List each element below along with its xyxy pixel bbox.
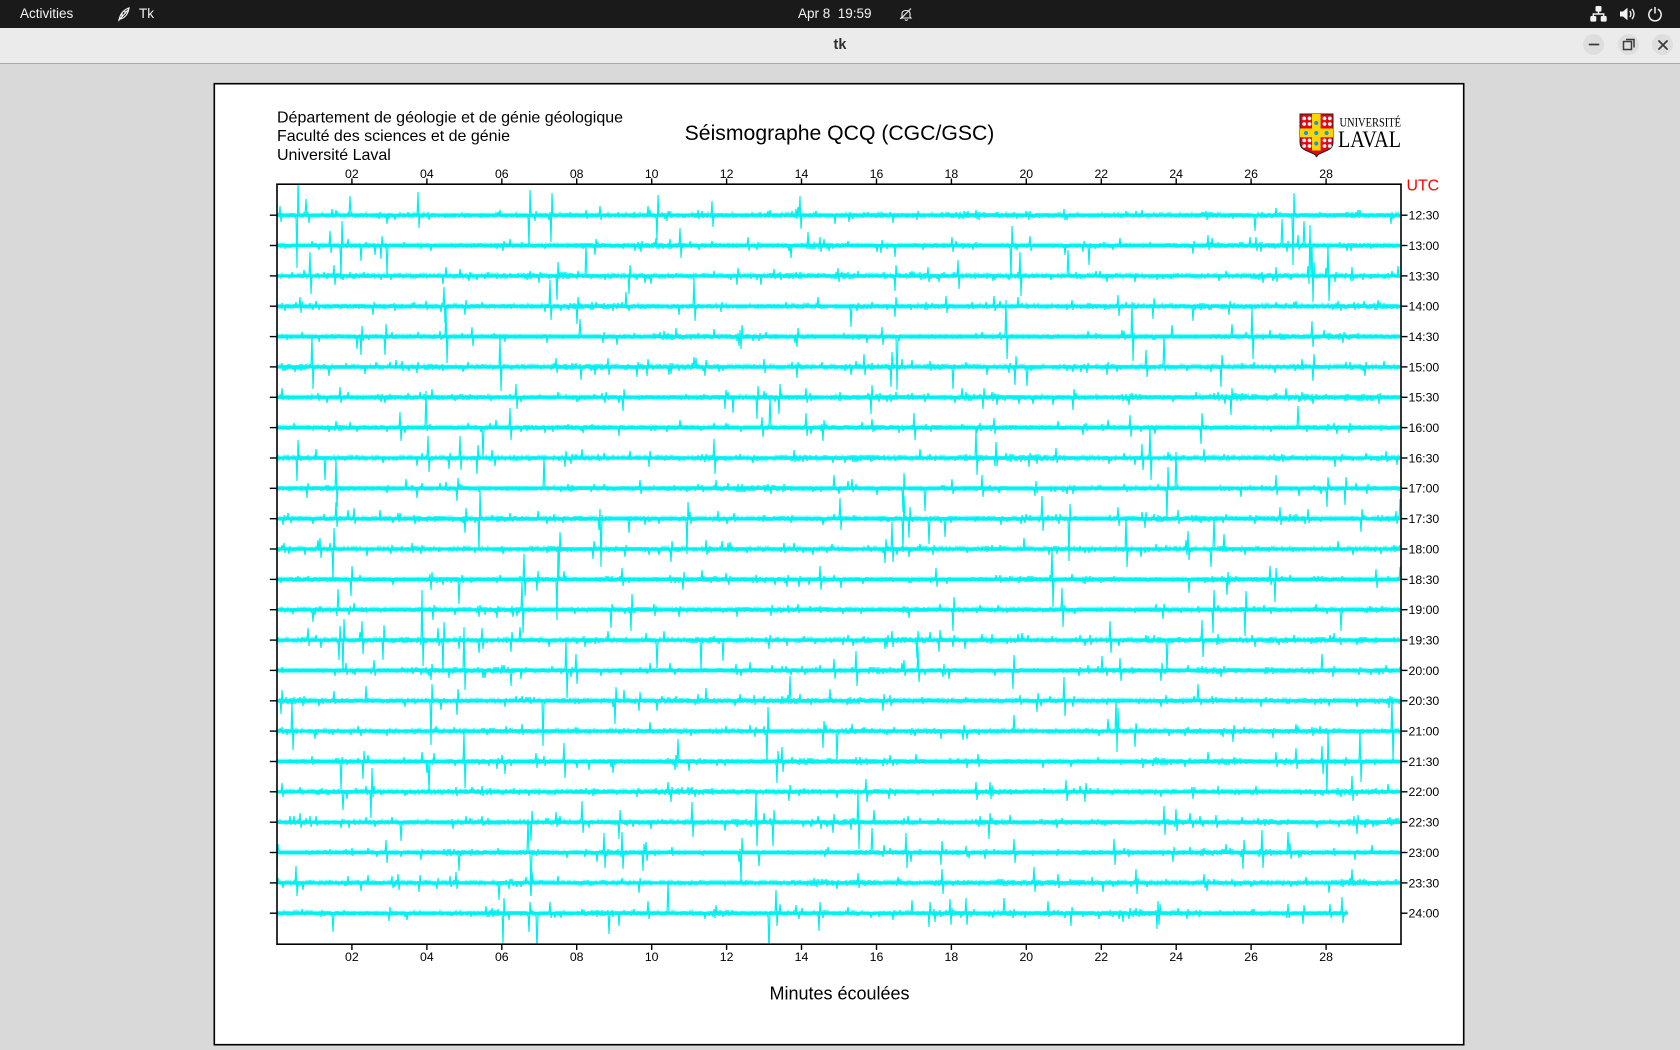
svg-text:Département de géologie et de: Département de géologie et de génie géol… xyxy=(277,109,623,126)
svg-text:LAVAL: LAVAL xyxy=(1338,127,1401,153)
svg-text:06: 06 xyxy=(495,950,509,964)
svg-text:13:00: 13:00 xyxy=(1409,239,1440,253)
svg-text:Séismographe QCQ (CGC/GSC): Séismographe QCQ (CGC/GSC) xyxy=(685,122,995,145)
svg-text:12: 12 xyxy=(720,950,734,964)
svg-text:15:30: 15:30 xyxy=(1409,391,1440,405)
svg-text:14: 14 xyxy=(795,950,809,964)
svg-text:18: 18 xyxy=(945,167,959,181)
svg-text:02: 02 xyxy=(345,167,359,181)
svg-text:16:30: 16:30 xyxy=(1409,451,1440,465)
svg-text:Minutes écoulées: Minutes écoulées xyxy=(769,984,909,1004)
svg-text:24:00: 24:00 xyxy=(1409,907,1440,921)
svg-text:23:00: 23:00 xyxy=(1409,846,1440,860)
svg-text:26: 26 xyxy=(1244,167,1258,181)
svg-text:21:30: 21:30 xyxy=(1409,755,1440,769)
svg-text:20: 20 xyxy=(1019,167,1033,181)
svg-text:12:30: 12:30 xyxy=(1409,209,1440,223)
svg-text:Université Laval: Université Laval xyxy=(277,147,391,164)
svg-text:22: 22 xyxy=(1094,167,1108,181)
svg-text:17:00: 17:00 xyxy=(1409,482,1440,496)
svg-text:10: 10 xyxy=(645,167,659,181)
svg-text:08: 08 xyxy=(570,950,584,964)
svg-text:16: 16 xyxy=(870,167,884,181)
svg-text:22:00: 22:00 xyxy=(1409,785,1440,799)
svg-text:21:00: 21:00 xyxy=(1409,725,1440,739)
svg-text:24: 24 xyxy=(1169,950,1183,964)
svg-text:13:30: 13:30 xyxy=(1409,269,1440,283)
svg-text:22: 22 xyxy=(1094,950,1108,964)
svg-text:19:30: 19:30 xyxy=(1409,634,1440,648)
svg-text:24: 24 xyxy=(1169,167,1183,181)
svg-text:16: 16 xyxy=(870,950,884,964)
svg-text:20:00: 20:00 xyxy=(1409,664,1440,678)
svg-text:16:00: 16:00 xyxy=(1409,421,1440,435)
svg-text:15:00: 15:00 xyxy=(1409,360,1440,374)
svg-text:18: 18 xyxy=(945,950,959,964)
svg-text:28: 28 xyxy=(1319,167,1333,181)
svg-text:10: 10 xyxy=(645,950,659,964)
svg-text:26: 26 xyxy=(1244,950,1258,964)
svg-text:20:30: 20:30 xyxy=(1409,694,1440,708)
svg-text:06: 06 xyxy=(495,167,509,181)
svg-text:19:00: 19:00 xyxy=(1409,603,1440,617)
svg-text:14:30: 14:30 xyxy=(1409,330,1440,344)
svg-text:Faculté des sciences et de gén: Faculté des sciences et de génie xyxy=(277,128,510,145)
svg-text:14: 14 xyxy=(795,167,809,181)
svg-text:17:30: 17:30 xyxy=(1409,512,1440,526)
svg-text:08: 08 xyxy=(570,167,584,181)
svg-text:12: 12 xyxy=(720,167,734,181)
svg-text:14:00: 14:00 xyxy=(1409,300,1440,314)
svg-text:18:00: 18:00 xyxy=(1409,542,1440,556)
svg-text:02: 02 xyxy=(345,950,359,964)
svg-text:20: 20 xyxy=(1019,950,1033,964)
svg-text:04: 04 xyxy=(420,167,434,181)
svg-text:22:30: 22:30 xyxy=(1409,816,1440,830)
svg-text:UTC: UTC xyxy=(1407,178,1440,195)
svg-text:04: 04 xyxy=(420,950,434,964)
svg-text:28: 28 xyxy=(1319,950,1333,964)
svg-text:18:30: 18:30 xyxy=(1409,573,1440,587)
svg-text:23:30: 23:30 xyxy=(1409,876,1440,890)
